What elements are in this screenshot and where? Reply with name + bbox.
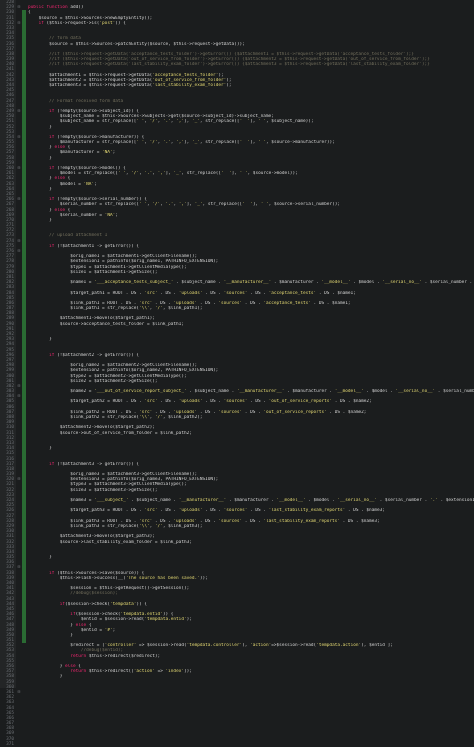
line-number: 371 [6,741,14,747]
code-line[interactable]: //if ($this->request->getData('last_stab… [28,62,474,67]
line-number-gutter: 228 229 230 231 232 233 234 235 236 237 238 239 240 2… [0,0,16,747]
code-editor[interactable]: 228 229 230 231 232 233 234 235 236 237 238 239 240 2… [0,0,474,747]
change-marker-column [22,0,26,688]
code-line[interactable]: $name1 = '___acceptance_tests_subject_' … [28,280,474,285]
code-area[interactable]: public function add(){ $source = $this->… [28,0,474,688]
change-marker [22,742,26,747]
code-line[interactable]: $name2 = '___out_of_service_report_subje… [28,389,474,394]
code-line[interactable]: $name3 = '___subject_' . $subject_name .… [28,498,474,503]
